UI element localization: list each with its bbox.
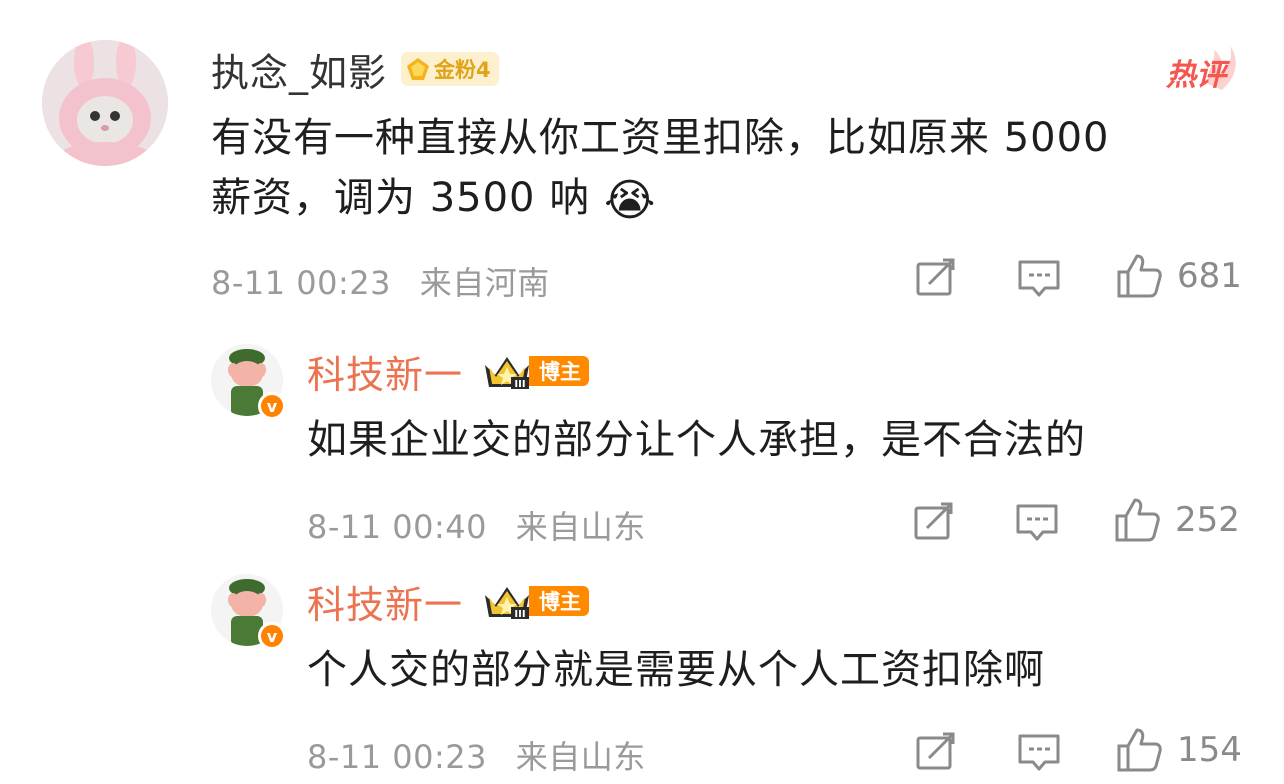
cat-avatar-image xyxy=(42,40,168,166)
repost-icon xyxy=(914,502,953,540)
gem-icon xyxy=(407,58,430,80)
crown-icon: III xyxy=(485,587,530,620)
blogger-badge[interactable]: III 博主 xyxy=(481,354,590,390)
repost-button[interactable] xyxy=(915,258,957,298)
comment-text-line: 薪资，调为 3500 呐 😭 xyxy=(211,168,1231,231)
repost-button[interactable] xyxy=(913,502,955,542)
timestamp: 8-11 00:40 xyxy=(307,508,488,546)
like-count: 252 xyxy=(1175,500,1240,540)
username[interactable]: 科技新一 xyxy=(307,344,463,399)
verified-icon: v xyxy=(258,392,286,420)
svg-text:III: III xyxy=(514,379,525,390)
location: 来自河南 xyxy=(419,264,550,302)
comment-main: 执念_如影 金粉4 热评 有没有一种直接从你工资里扣除，比如原来 5000 薪资… xyxy=(0,0,1284,320)
blogger-badge-label: 博主 xyxy=(529,356,590,386)
comment-text: 有没有一种直接从你工资里扣除，比如原来 5000 薪资，调为 3500 呐 😭 xyxy=(211,108,1231,231)
comment-meta: 8-11 00:23 来自河南 xyxy=(211,258,550,304)
comment-icon xyxy=(1018,260,1060,297)
blogger-badge[interactable]: III 博主 xyxy=(481,584,590,620)
svg-text:III: III xyxy=(514,609,525,620)
comment-icon xyxy=(1016,504,1058,541)
fan-badge-label: 金粉4 xyxy=(434,58,491,82)
like-count: 154 xyxy=(1177,730,1242,770)
hot-label: 热评 xyxy=(1166,58,1226,93)
avatar[interactable] xyxy=(42,40,168,166)
timestamp: 8-11 00:23 xyxy=(307,738,488,776)
timestamp: 8-11 00:23 xyxy=(211,264,392,302)
repost-icon xyxy=(916,732,955,770)
comment-meta: 8-11 00:23 来自山东 xyxy=(307,732,646,778)
reply-button[interactable] xyxy=(1017,732,1061,772)
hot-comment-tag: 热评 xyxy=(1164,44,1242,94)
comment-text-segment: 薪资，调为 3500 呐 xyxy=(211,175,591,221)
reply-button[interactable] xyxy=(1017,258,1061,298)
verified-icon: v xyxy=(258,622,286,650)
comment-text-line: 有没有一种直接从你工资里扣除，比如原来 5000 xyxy=(211,115,1110,161)
like-button[interactable]: 154 xyxy=(1115,726,1242,774)
like-button[interactable]: 252 xyxy=(1113,496,1240,544)
fan-badge[interactable]: 金粉4 xyxy=(401,52,499,86)
like-button[interactable]: 681 xyxy=(1115,252,1242,300)
reply-comment: v 科技新一 III 博主 个人交的部分就是需要从个人工资扣除啊 8-11 00… xyxy=(0,560,1284,784)
comment-meta: 8-11 00:40 来自山东 xyxy=(307,502,646,548)
comment-text: 个人交的部分就是需要从个人工资扣除啊 xyxy=(307,647,1045,693)
repost-icon xyxy=(916,258,955,296)
blogger-badge-label: 博主 xyxy=(529,586,590,616)
username[interactable]: 执念_如影 xyxy=(211,42,387,97)
crown-icon: III xyxy=(485,357,530,390)
like-icon xyxy=(1117,728,1162,772)
comment-text: 如果企业交的部分让个人承担，是不合法的 xyxy=(307,417,1086,463)
like-count: 681 xyxy=(1177,256,1242,296)
location: 来自山东 xyxy=(515,508,646,546)
username[interactable]: 科技新一 xyxy=(307,574,463,629)
repost-button[interactable] xyxy=(915,732,957,772)
reply-button[interactable] xyxy=(1015,502,1059,542)
crying-emoji-icon: 😭 xyxy=(603,175,657,226)
reply-comment: v 科技新一 III 博主 如果企业交的部分让个人承担，是不合法的 8-11 0… xyxy=(0,330,1284,560)
like-icon xyxy=(1117,254,1162,298)
location: 来自山东 xyxy=(515,738,646,776)
comment-icon xyxy=(1018,734,1060,771)
like-icon xyxy=(1115,498,1160,542)
